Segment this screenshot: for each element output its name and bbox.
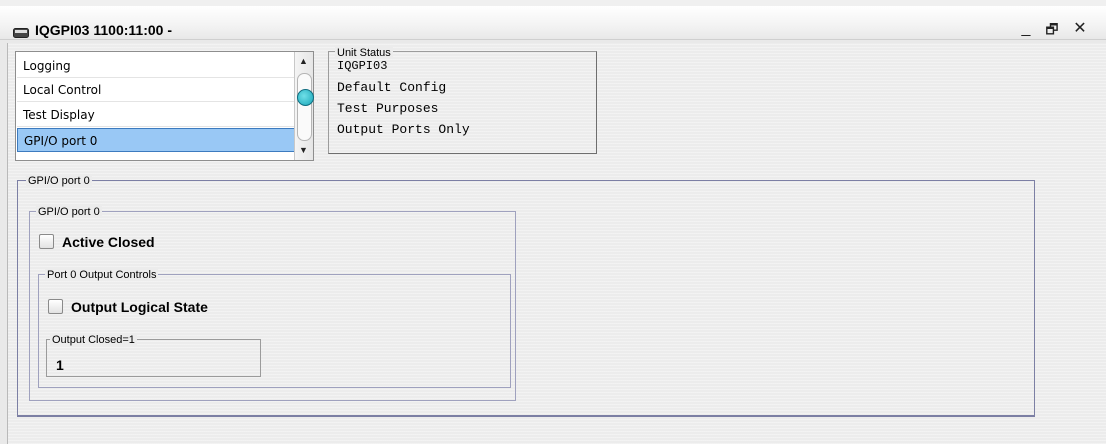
status-line-unit-name: IQGPI03 <box>337 59 388 73</box>
scroll-down-icon[interactable]: ▼ <box>296 142 311 159</box>
output-closed-value: 1 <box>56 357 64 373</box>
status-line-config: Default Config <box>337 80 447 95</box>
list-item-gpio-port-0[interactable]: GPI/O port 0 <box>17 128 295 152</box>
unit-status-title: Unit Status <box>335 47 393 59</box>
active-closed-checkbox[interactable] <box>39 234 54 249</box>
menu-listbox[interactable]: Logging Local Control Test Display GPI/O… <box>15 51 314 161</box>
list-scrollbar[interactable]: ▲ ▼ <box>294 52 314 160</box>
scroll-thumb[interactable] <box>297 89 314 106</box>
port-group-title: GPI/O port 0 <box>36 206 102 218</box>
list-item-test-display[interactable]: Test Display <box>17 103 295 127</box>
list-item-logging[interactable]: Logging <box>17 54 295 78</box>
active-closed-label[interactable]: Active Closed <box>62 234 155 250</box>
scroll-up-icon[interactable]: ▲ <box>296 53 311 70</box>
restore-button[interactable]: 🗗 <box>1040 19 1064 41</box>
list-item-local-control[interactable]: Local Control <box>17 78 295 102</box>
close-button[interactable]: ✕ <box>1068 19 1092 41</box>
window-app-icon <box>13 27 29 38</box>
output-closed-group: Output Closed=1 1 <box>46 334 261 377</box>
window-title: IQGPI03 1100:11:00 - <box>35 22 172 38</box>
output-logical-state-checkbox[interactable] <box>48 299 63 314</box>
port-panel-title: GPI/O port 0 <box>26 175 92 187</box>
status-line-ports: Output Ports Only <box>337 122 470 137</box>
output-logical-state-label[interactable]: Output Logical State <box>71 299 208 315</box>
title-bar: IQGPI03 1100:11:00 - _ 🗗 ✕ <box>0 0 1106 40</box>
output-closed-title: Output Closed=1 <box>50 334 137 346</box>
status-line-purpose: Test Purposes <box>337 101 439 116</box>
minimize-button[interactable]: _ <box>1014 19 1038 41</box>
output-controls-title: Port 0 Output Controls <box>45 269 159 281</box>
scroll-track[interactable] <box>297 73 314 141</box>
unit-status-panel: Unit Status IQGPI03 Default Config Test … <box>328 47 597 154</box>
